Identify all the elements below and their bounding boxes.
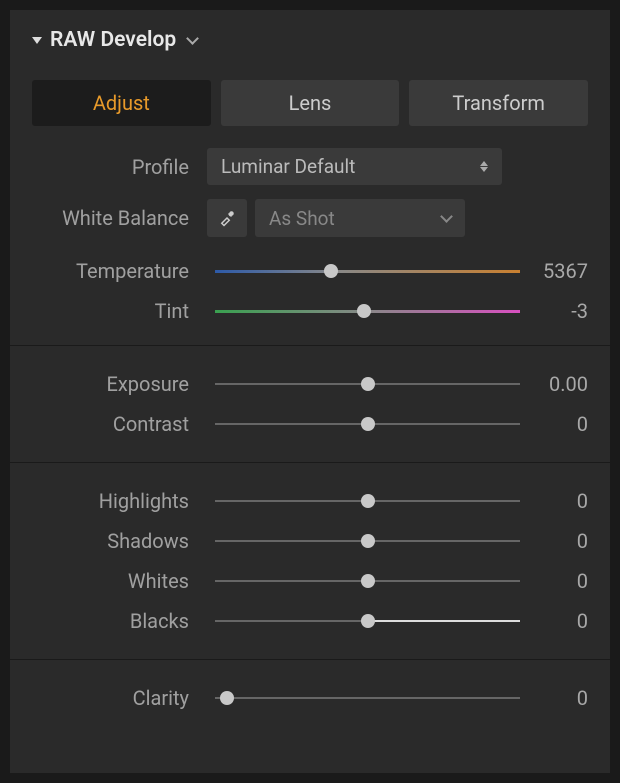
slider-thumb[interactable] [220,691,234,705]
highlights-slider[interactable] [215,500,520,502]
stepper-icon [480,161,488,172]
temperature-label: Temperature [32,259,207,283]
whites-value[interactable]: 0 [528,569,588,593]
tint-row: Tint -3 [32,291,588,331]
white-balance-row: White Balance As Shot [32,199,588,237]
profile-value: Luminar Default [221,155,355,178]
profile-label: Profile [32,155,207,179]
blacks-label: Blacks [32,609,207,633]
slider-fill [368,620,521,622]
shadows-slider[interactable] [215,540,520,542]
slider-thumb[interactable] [361,417,375,431]
panel-title: RAW Develop [50,28,176,52]
chevron-down-icon [186,32,199,45]
shadows-label: Shadows [32,529,207,553]
exposure-slider[interactable] [215,383,520,385]
contrast-value[interactable]: 0 [528,412,588,436]
clarity-label: Clarity [32,686,207,710]
eyedropper-icon [218,209,236,227]
temperature-slider[interactable] [215,270,520,273]
tab-adjust[interactable]: Adjust [32,80,211,126]
contrast-row: Contrast 0 [32,404,588,444]
profile-dropdown[interactable]: Luminar Default [207,148,502,185]
slider-thumb[interactable] [324,264,338,278]
whites-label: Whites [32,569,207,593]
exposure-value[interactable]: 0.00 [528,372,588,396]
clarity-row: Clarity 0 [32,678,588,718]
highlights-label: Highlights [32,489,207,513]
shadows-row: Shadows 0 [32,521,588,561]
tab-transform[interactable]: Transform [409,80,588,126]
slider-thumb[interactable] [361,574,375,588]
eyedropper-button[interactable] [207,199,247,237]
clarity-section: Clarity 0 [32,674,588,722]
exposure-row: Exposure 0.00 [32,364,588,404]
blacks-slider[interactable] [215,620,520,622]
clarity-slider[interactable] [215,697,520,699]
tab-lens[interactable]: Lens [221,80,400,126]
slider-thumb[interactable] [361,377,375,391]
exposure-label: Exposure [32,372,207,396]
white-balance-label: White Balance [32,206,207,230]
slider-thumb[interactable] [361,614,375,628]
tint-value[interactable]: -3 [528,299,588,323]
whites-slider[interactable] [215,580,520,582]
whites-row: Whites 0 [32,561,588,601]
tone-section: Highlights 0 Shadows 0 Whites 0 Blacks [32,477,588,645]
raw-develop-panel: RAW Develop Adjust Lens Transform Profil… [10,10,610,773]
divider [10,462,610,463]
blacks-value[interactable]: 0 [528,609,588,633]
white-balance-dropdown[interactable]: As Shot [255,199,465,237]
shadows-value[interactable]: 0 [528,529,588,553]
slider-thumb[interactable] [361,534,375,548]
tint-slider[interactable] [215,310,520,313]
highlights-value[interactable]: 0 [528,489,588,513]
tint-label: Tint [32,299,207,323]
clarity-value[interactable]: 0 [528,686,588,710]
contrast-slider[interactable] [215,423,520,425]
exposure-section: Exposure 0.00 Contrast 0 [32,360,588,448]
tab-bar: Adjust Lens Transform [32,80,588,126]
slider-thumb[interactable] [361,494,375,508]
slider-thumb[interactable] [357,304,371,318]
divider [10,659,610,660]
chevron-down-icon [440,210,453,223]
white-balance-value: As Shot [269,207,335,230]
panel-header[interactable]: RAW Develop [32,28,588,80]
highlights-row: Highlights 0 [32,481,588,521]
divider [10,345,610,346]
profile-row: Profile Luminar Default [32,148,588,185]
temperature-value[interactable]: 5367 [528,259,588,283]
temperature-row: Temperature 5367 [32,251,588,291]
collapse-icon [32,37,42,44]
blacks-row: Blacks 0 [32,601,588,641]
contrast-label: Contrast [32,412,207,436]
